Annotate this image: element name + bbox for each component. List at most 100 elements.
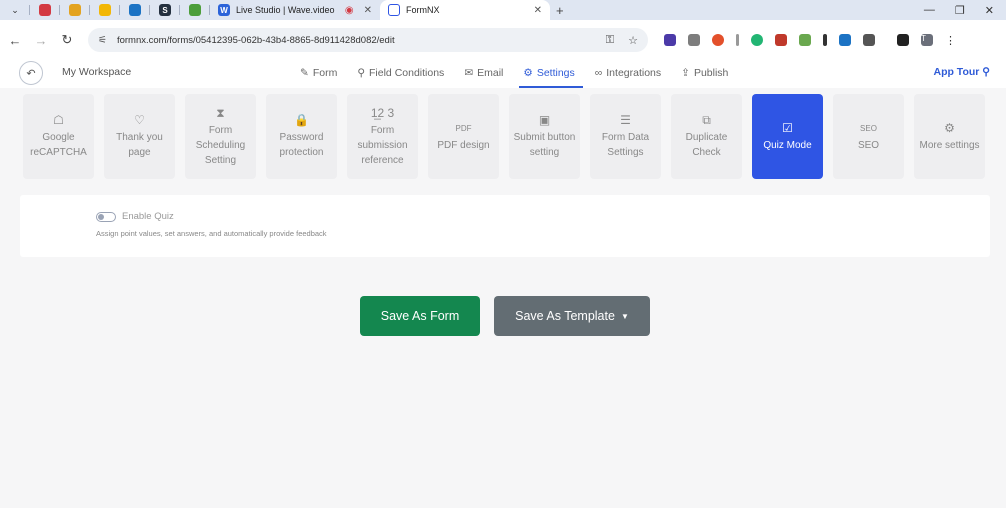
tab-icon-1 <box>39 4 51 16</box>
window-close-icon[interactable]: ✕ <box>985 4 994 17</box>
tab-label: Form <box>312 67 338 79</box>
browser-tab-4[interactable] <box>120 0 150 20</box>
tab-publish[interactable]: ⇪ Publish <box>681 58 728 88</box>
numbers-icon: 1̲2 3 <box>370 105 395 120</box>
key-icon[interactable]: ⚿ <box>606 34 614 47</box>
tab-integrations[interactable]: ∞ Integrations <box>595 58 661 88</box>
puzzle-icon[interactable] <box>863 34 875 46</box>
hourglass-icon: ⧗ <box>216 105 225 120</box>
browser-tab-wavevideo[interactable]: W Live Studio | Wave.video ◉ ✕ <box>210 0 380 20</box>
browser-tab-5[interactable]: S <box>150 0 180 20</box>
app-tour-link[interactable]: App Tour ⚲ <box>933 66 990 78</box>
filter-icon: ⚲ <box>357 67 366 79</box>
browser-tab-strip: ⌄ S W Live Studio | Wave.video ◉ ✕ FormN… <box>0 0 1006 20</box>
card-duplicate-check[interactable]: ⧉ Duplicate Check <box>671 94 742 179</box>
card-label: SEO <box>857 139 880 151</box>
search-icon: ⚲ <box>982 66 990 78</box>
chevron-down-icon: ⌄ <box>11 4 19 15</box>
extension-icon[interactable] <box>823 34 827 46</box>
tab-email[interactable]: ✉ Email <box>464 58 503 88</box>
kebab-menu-icon[interactable]: ⋮ <box>945 34 956 47</box>
new-tab-icon[interactable]: + <box>556 3 564 18</box>
duplicate-icon: ⧉ <box>702 113 711 127</box>
app-navbar: ↶ My Workspace ✎ Form ⚲ Field Conditions ✉… <box>0 58 1006 88</box>
side-panel-icon[interactable] <box>897 34 909 46</box>
card-google-recaptcha[interactable]: ☖ Google reCAPTCHA <box>23 94 94 179</box>
browser-tab-1[interactable] <box>30 0 60 20</box>
pdf-icon: PDF <box>455 123 472 133</box>
close-icon[interactable]: ✕ <box>534 5 542 16</box>
card-label: Form Scheduling Setting <box>195 124 246 166</box>
card-password-protection[interactable]: 🔒 Password protection <box>266 94 337 179</box>
extension-icon[interactable] <box>736 34 739 46</box>
back-button[interactable]: ↶ <box>19 61 43 85</box>
wavevideo-icon: W <box>218 4 230 16</box>
back-arrow-icon[interactable]: ← <box>2 33 28 48</box>
quiz-icon: ☑ <box>782 120 793 135</box>
save-as-form-button[interactable]: Save As Form <box>360 296 480 336</box>
card-label: Password protection <box>279 132 324 158</box>
forward-arrow-icon[interactable]: → <box>28 33 54 48</box>
my-workspace-link[interactable]: My Workspace <box>62 66 131 78</box>
card-form-submission-reference[interactable]: 1̲2 3 Form submission reference <box>347 94 418 179</box>
card-label: Submit button setting <box>513 132 576 158</box>
card-label: Thank you page <box>116 132 163 158</box>
card-more-settings[interactable]: ⚙ More settings <box>914 94 985 179</box>
enable-quiz-toggle[interactable] <box>96 212 116 222</box>
card-label: Duplicate Check <box>685 132 728 158</box>
url-text: formnx.com/forms/05412395-062b-43b4-8865… <box>116 34 395 46</box>
gear-icon: ⚙ <box>523 67 533 79</box>
app-tour-label: App Tour <box>933 66 980 78</box>
link-icon: ∞ <box>594 67 603 79</box>
extension-icon[interactable] <box>688 34 700 46</box>
card-label: Form Data Settings <box>601 132 650 158</box>
tab-label: Live Studio | Wave.video <box>236 5 335 15</box>
robot-icon: ☖ <box>53 113 64 127</box>
heart-icon: ♡ <box>134 113 145 127</box>
settings-cards: ☖ Google reCAPTCHA ♡ Thank you page ⧗ Form … <box>23 94 985 179</box>
browser-tab-6[interactable] <box>180 0 210 20</box>
save-as-template-button[interactable]: Save As Template ▼ <box>494 296 650 336</box>
button-icon: ▣ <box>538 113 551 127</box>
lock-icon: 🔒 <box>294 113 309 127</box>
publish-icon: ⇪ <box>681 67 690 79</box>
extension-icon[interactable] <box>839 34 851 46</box>
tab-form[interactable]: ✎ Form <box>300 58 337 88</box>
bookmark-star-icon[interactable]: ☆ <box>628 34 638 47</box>
quiz-settings-panel: Enable Quiz Assign point values, set ans… <box>20 195 990 257</box>
reload-icon[interactable]: ↻ <box>54 32 80 48</box>
card-label: Google reCAPTCHA <box>30 132 87 158</box>
seo-icon: SEO <box>860 123 877 133</box>
restore-icon[interactable]: ❐ <box>955 4 965 17</box>
tab-icon-2 <box>69 4 81 16</box>
card-pdf-design[interactable]: PDF PDF design <box>428 94 499 179</box>
card-form-scheduling[interactable]: ⧗ Form Scheduling Setting <box>185 94 256 179</box>
minimize-icon[interactable]: — <box>924 4 935 17</box>
browser-tab-3[interactable] <box>90 0 120 20</box>
gear-icon: ⚙ <box>944 120 955 135</box>
tab-search-dropdown[interactable]: ⌄ <box>0 0 30 20</box>
profile-avatar[interactable]: T <box>921 34 933 46</box>
card-seo[interactable]: SEO SEO <box>833 94 904 179</box>
button-label: Save As Form <box>380 309 460 323</box>
caret-down-icon: ▼ <box>620 311 629 321</box>
extension-icon[interactable] <box>751 34 763 46</box>
card-quiz-mode[interactable]: ☑ Quiz Mode <box>752 94 823 179</box>
extension-icon[interactable] <box>712 34 724 46</box>
card-form-data-settings[interactable]: ☰ Form Data Settings <box>590 94 661 179</box>
tab-label: Email <box>477 67 504 79</box>
close-icon[interactable]: ✕ <box>364 5 372 16</box>
card-submit-button-setting[interactable]: ▣ Submit button setting <box>509 94 580 179</box>
tab-settings[interactable]: ⚙ Settings <box>519 58 584 88</box>
browser-tab-formnx[interactable]: FormNX ✕ <box>380 0 550 20</box>
extension-icon[interactable] <box>664 34 676 46</box>
address-bar[interactable]: ⚟ formnx.com/forms/05412395-062b-43b4-88… <box>88 28 648 52</box>
card-thank-you-page[interactable]: ♡ Thank you page <box>104 94 175 179</box>
browser-tab-2[interactable] <box>60 0 90 20</box>
site-info-icon[interactable]: ⚟ <box>98 35 107 46</box>
browser-toolbar: ← → ↻ ⚟ formnx.com/forms/05412395-062b-4… <box>0 20 1006 60</box>
card-label: More settings <box>919 139 980 151</box>
extension-icon[interactable] <box>775 34 787 46</box>
tab-field-conditions[interactable]: ⚲ Field Conditions <box>357 58 444 88</box>
extension-icon[interactable] <box>799 34 811 46</box>
